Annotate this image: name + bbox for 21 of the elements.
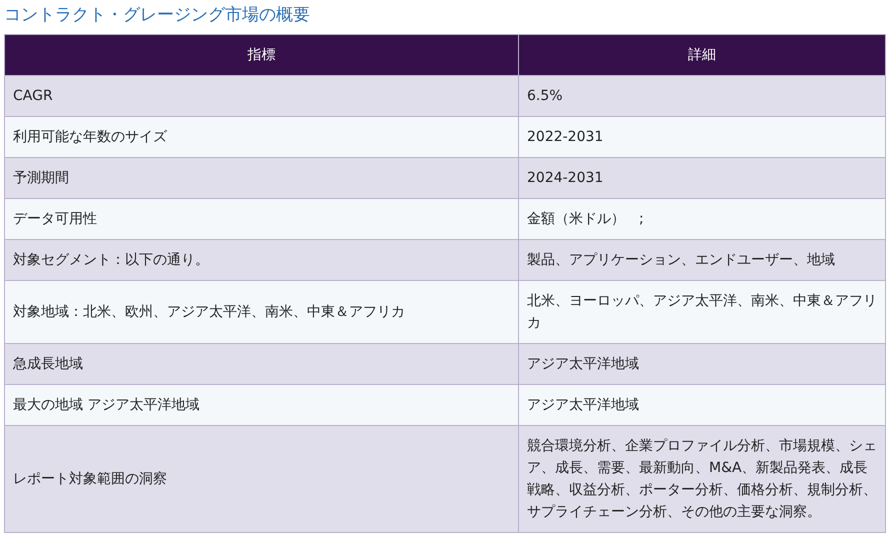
table-cell: データ可用性 <box>4 198 518 240</box>
table-cell: 北米、ヨーロッパ、アジア太平洋、南米、中東＆アフリカ <box>518 280 886 344</box>
table-cell: 急成長地域 <box>4 344 518 384</box>
table-cell: 対象地域：北米、欧州、アジア太平洋、南米、中東＆アフリカ <box>4 280 518 344</box>
table-cell: 最大の地域 アジア太平洋地域 <box>4 384 518 426</box>
table-cell: 6.5% <box>518 76 886 116</box>
table-cell: 製品、アプリケーション、エンドユーザー、地域 <box>518 240 886 280</box>
column-header: 指標 <box>4 34 518 76</box>
table-cell: 金額（米ドル） ; <box>518 198 886 240</box>
table-cell: 予測期間 <box>4 158 518 198</box>
table-cell: レポート対象範囲の洞察 <box>4 426 518 532</box>
table-cell: 競合環境分析、企業プロファイル分析、市場規模、シェア、成長、需要、最新動向、M&A、新製品発表、成長戦略、収益分析、ポーター分析、価格分析、規制分析、サプライチェーン分析、その他の主要な洞察。 <box>518 426 886 532</box>
column-header: 詳細 <box>518 34 886 76</box>
table-cell: 2024-2031 <box>518 158 886 198</box>
table-cell: 対象セグメント：以下の通り。 <box>4 240 518 280</box>
table-cell: 2022-2031 <box>518 116 886 158</box>
page-title: コントラクト・グレージング市場の概要 <box>4 4 311 27</box>
table-cell: アジア太平洋地域 <box>518 384 886 426</box>
table-cell: CAGR <box>4 76 518 116</box>
table-cell: アジア太平洋地域 <box>518 344 886 384</box>
table-cell: 利用可能な年数のサイズ <box>4 116 518 158</box>
